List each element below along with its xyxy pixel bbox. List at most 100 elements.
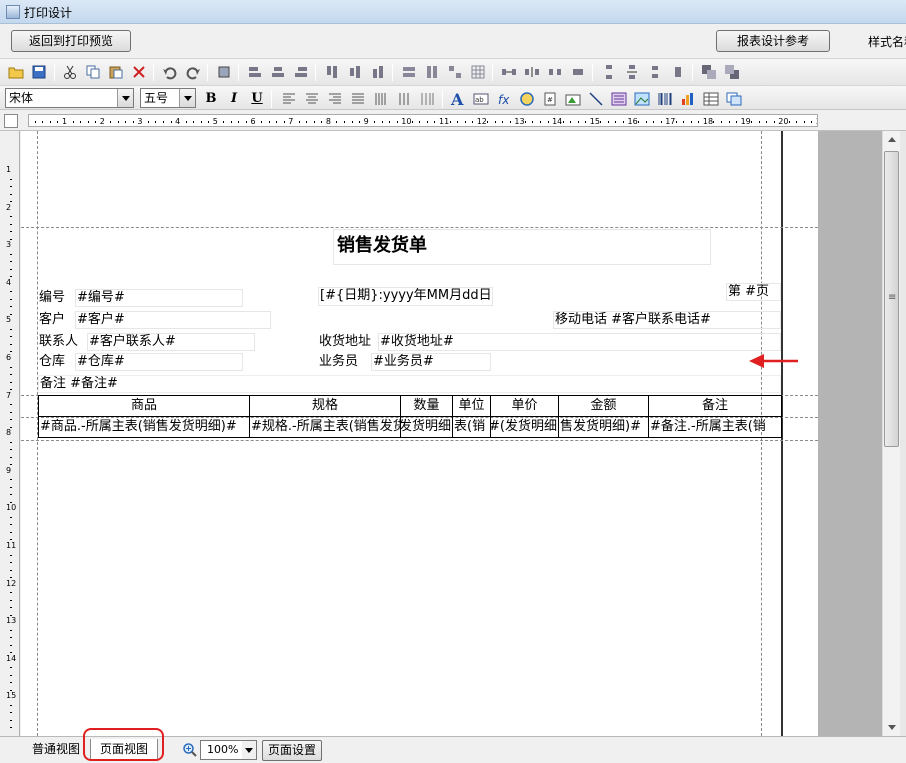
address-field[interactable]: #收货地址# [378, 333, 781, 351]
cut-icon[interactable] [62, 64, 78, 80]
no-field[interactable]: #编号# [75, 289, 243, 307]
line-icon[interactable] [588, 91, 604, 107]
h-space-increase-icon[interactable] [524, 64, 540, 80]
text-icon[interactable]: A [450, 91, 466, 107]
align-bottom-icon[interactable] [370, 64, 386, 80]
align-right-icon[interactable] [293, 64, 309, 80]
barcode-icon[interactable] [657, 91, 673, 107]
subreport-icon[interactable] [726, 91, 742, 107]
design-canvas[interactable]: 销售发货单 第 #页 编号 #编号# [#{日期}:yyyy年MM月dd日#] … [21, 131, 818, 736]
address-label[interactable]: 收货地址 [319, 333, 371, 351]
column-header[interactable]: 商品 [38, 395, 250, 417]
table-cell[interactable]: #备注.-所属主表(销 [648, 416, 782, 438]
column-header[interactable]: 单价 [490, 395, 559, 417]
copy-icon[interactable] [85, 64, 101, 80]
h-space-decrease-icon[interactable] [547, 64, 563, 80]
chart-icon[interactable] [611, 91, 627, 107]
h-space-equal-icon[interactable] [501, 64, 517, 80]
warehouse-label[interactable]: 仓库 [39, 353, 65, 371]
column-header[interactable]: 规格 [249, 395, 401, 417]
align-top-icon[interactable] [324, 64, 340, 80]
same-size-icon[interactable] [447, 64, 463, 80]
same-height-icon[interactable] [424, 64, 440, 80]
chevron-down-icon[interactable] [179, 89, 195, 107]
same-width-icon[interactable] [401, 64, 417, 80]
zoom-select[interactable]: 100% [200, 740, 257, 760]
vertical-text-icon[interactable] [396, 91, 412, 107]
send-back-icon[interactable] [724, 64, 740, 80]
report-title[interactable]: 销售发货单 [333, 229, 711, 265]
column-header[interactable]: 金额 [558, 395, 649, 417]
no-label[interactable]: 编号 [39, 289, 65, 307]
scroll-down-icon[interactable] [883, 719, 900, 736]
v-space-decrease-icon[interactable] [647, 64, 663, 80]
table-cell[interactable]: #商品.-所属主表(销售发货明细)# [38, 416, 250, 438]
delete-icon[interactable] [131, 64, 147, 80]
paste-icon[interactable] [108, 64, 124, 80]
bring-front-icon[interactable] [701, 64, 717, 80]
table-cell[interactable]: #规格.-所属主表(销售发货明细)# [249, 416, 401, 438]
chevron-down-icon[interactable] [117, 89, 133, 107]
underline-button[interactable]: U [248, 90, 266, 108]
open-folder-icon[interactable] [8, 64, 24, 80]
contact-field[interactable]: #客户联系人# [87, 333, 255, 351]
formula-icon[interactable]: fx [496, 91, 512, 107]
table-cell[interactable]: 发货明细)# [400, 416, 453, 438]
v-space-equal-icon[interactable] [601, 64, 617, 80]
save-icon[interactable] [31, 64, 47, 80]
scroll-up-icon[interactable] [883, 131, 900, 148]
border-icon[interactable] [419, 91, 435, 107]
text-align-left-icon[interactable] [281, 91, 297, 107]
customer-label[interactable]: 客户 [39, 311, 65, 329]
warehouse-field[interactable]: #仓库# [75, 353, 243, 371]
text-justify-icon[interactable] [350, 91, 366, 107]
undo-icon[interactable] [162, 64, 178, 80]
column-header[interactable]: 单位 [452, 395, 491, 417]
font-size-select[interactable]: 五号 [140, 88, 196, 108]
v-space-increase-icon[interactable] [624, 64, 640, 80]
image-frame-icon[interactable] [565, 91, 581, 107]
align-center-icon[interactable] [270, 64, 286, 80]
h-space-remove-icon[interactable] [570, 64, 586, 80]
bar-chart-icon[interactable] [680, 91, 696, 107]
tab-normal-view[interactable]: 普通视图 [22, 739, 90, 760]
contact-label[interactable]: 联系人 [39, 333, 78, 351]
ruler-tick [351, 121, 353, 123]
report-design-reference-button[interactable]: 报表设计参考 [716, 30, 830, 52]
system-var-icon[interactable] [519, 91, 535, 107]
page-setup-button[interactable]: 页面设置 [262, 740, 322, 761]
align-middle-icon[interactable] [347, 64, 363, 80]
distribute-icon[interactable] [373, 91, 389, 107]
mobile-phone-field[interactable]: 移动电话 #客户联系电话# [553, 311, 781, 329]
remark-field[interactable]: 备注 #备注# [38, 375, 781, 393]
table-icon[interactable] [703, 91, 719, 107]
salesman-label[interactable]: 业务员 [319, 353, 358, 371]
column-header[interactable]: 备注 [648, 395, 782, 417]
v-space-remove-icon[interactable] [670, 64, 686, 80]
column-header[interactable]: 数量 [400, 395, 453, 417]
table-cell[interactable]: 表(销 [452, 416, 491, 438]
page-number-field[interactable]: 第 #页 [726, 283, 781, 301]
grid-icon[interactable] [470, 64, 486, 80]
italic-button[interactable]: I [225, 90, 243, 108]
bold-button[interactable]: B [202, 90, 220, 108]
vertical-scrollbar[interactable] [882, 131, 900, 736]
text-align-right-icon[interactable] [327, 91, 343, 107]
date-field[interactable]: [#{日期}:yyyy年MM月dd日#] [318, 287, 493, 306]
text-align-center-icon[interactable] [304, 91, 320, 107]
detail-table[interactable]: 商品 规格 数量 单位 单价 金额 备注 #商品.-所属主表(销售发货明细)# … [38, 395, 782, 438]
chevron-down-icon[interactable] [242, 741, 256, 759]
label-icon[interactable]: ab [473, 91, 489, 107]
table-cell[interactable]: 发货明细)# [490, 416, 559, 438]
picture-icon[interactable] [634, 91, 650, 107]
customer-field[interactable]: #客户# [75, 311, 271, 329]
salesman-field[interactable]: #业务员# [371, 353, 491, 371]
back-to-preview-button[interactable]: 返回到打印预览 [11, 30, 131, 52]
select-all-icon[interactable] [216, 64, 232, 80]
redo-icon[interactable] [185, 64, 201, 80]
scrollbar-thumb[interactable] [884, 151, 899, 447]
align-left-icon[interactable] [247, 64, 263, 80]
table-cell[interactable]: 售发货明细)# [558, 416, 649, 438]
page-num-icon[interactable]: # [542, 91, 558, 107]
font-name-select[interactable]: 宋体 [5, 88, 134, 108]
